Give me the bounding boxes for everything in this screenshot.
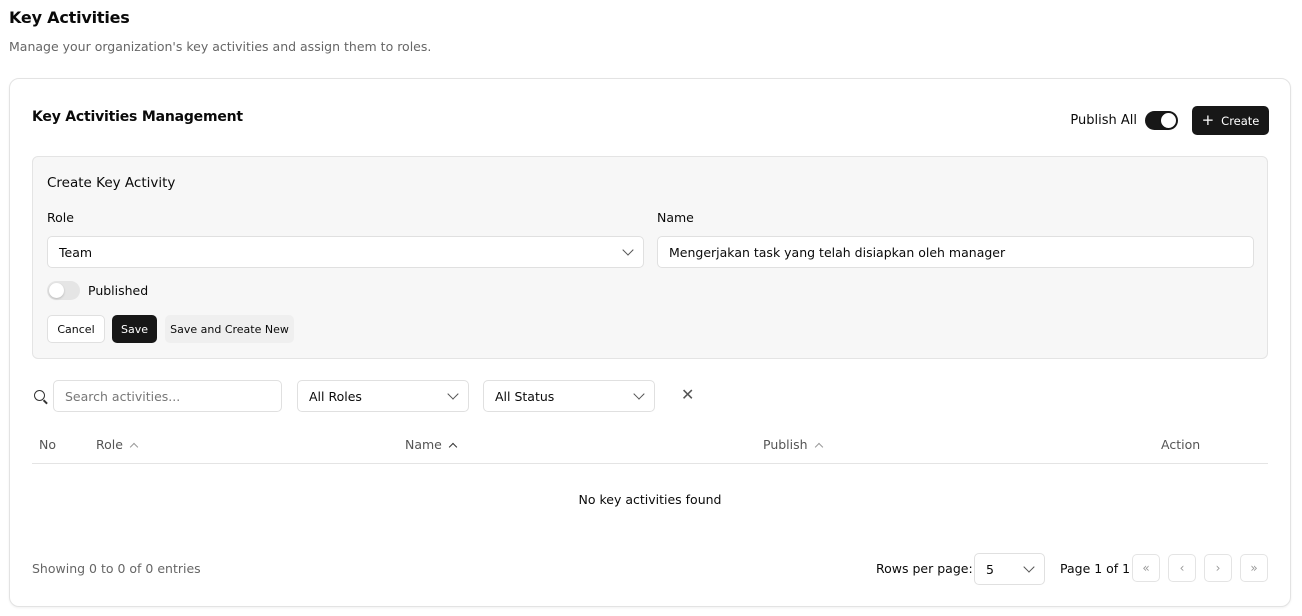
role-filter-value: All Roles <box>309 388 362 404</box>
create-button-label: Create <box>1221 113 1260 128</box>
column-no: No <box>39 437 56 452</box>
rows-per-page-label: Rows per page: <box>876 561 973 576</box>
form-title: Create Key Activity <box>47 175 176 191</box>
toggle-knob <box>49 283 64 298</box>
column-publish[interactable]: Publish <box>763 437 823 452</box>
chevron-down-icon <box>633 388 645 400</box>
page-subtitle: Manage your organization's key activitie… <box>9 39 432 54</box>
status-filter-value: All Status <box>495 388 555 404</box>
column-action: Action <box>1161 437 1200 452</box>
card-title: Key Activities Management <box>32 109 243 125</box>
plus-icon: + <box>1201 111 1215 129</box>
chevron-down-icon <box>447 388 459 400</box>
chevron-down-icon <box>1023 561 1035 573</box>
page-info: Page 1 of 1 <box>1060 561 1131 576</box>
search-icon <box>34 390 45 401</box>
key-activities-card: Key Activities Management Publish All + … <box>9 78 1291 607</box>
published-control: Published <box>47 281 148 300</box>
name-label: Name <box>657 210 694 225</box>
column-no-label: No <box>39 437 56 452</box>
table-header: No Role Name Publish Action <box>32 433 1268 464</box>
chevron-right-icon: › <box>1215 561 1221 575</box>
search-placeholder: Search activities... <box>65 388 181 404</box>
rows-per-page-value: 5 <box>986 561 994 577</box>
status-filter-select[interactable]: All Status <box>483 380 655 412</box>
column-name[interactable]: Name <box>405 437 458 452</box>
column-role[interactable]: Role <box>96 437 139 452</box>
next-page-button[interactable]: › <box>1204 554 1232 582</box>
sort-icon <box>129 442 139 451</box>
chevron-left-icon: ‹ <box>1179 561 1185 575</box>
publish-all-label: Publish All <box>1070 113 1137 128</box>
page-title: Key Activities <box>9 8 130 27</box>
column-role-label: Role <box>96 437 123 452</box>
double-chevron-right-icon: » <box>1250 561 1258 575</box>
column-publish-label: Publish <box>763 437 808 452</box>
first-page-button[interactable]: « <box>1132 554 1160 582</box>
save-and-create-new-button[interactable]: Save and Create New <box>165 315 294 343</box>
column-action-label: Action <box>1161 437 1201 452</box>
cancel-button[interactable]: Cancel <box>47 315 105 343</box>
published-toggle[interactable] <box>47 281 80 300</box>
create-form-panel: Create Key Activity Role Team Name Menge… <box>32 156 1268 359</box>
previous-page-button[interactable]: ‹ <box>1168 554 1196 582</box>
empty-message: No key activities found <box>578 492 722 507</box>
column-name-label: Name <box>405 437 442 452</box>
publish-all-control: Publish All <box>1070 111 1178 130</box>
sort-icon <box>814 442 823 451</box>
chevron-down-icon <box>622 244 634 256</box>
role-select-value: Team <box>59 244 93 260</box>
toggle-knob <box>1161 113 1176 128</box>
published-label: Published <box>88 283 149 298</box>
sort-icon <box>448 442 458 451</box>
name-input[interactable]: Mengerjakan task yang telah disiapkan ol… <box>657 236 1254 268</box>
rows-per-page-select[interactable]: 5 <box>974 553 1045 585</box>
name-input-value: Mengerjakan task yang telah disiapkan ol… <box>669 244 1006 260</box>
role-label: Role <box>47 210 74 225</box>
publish-all-toggle[interactable] <box>1145 111 1178 130</box>
search-input[interactable]: Search activities... <box>53 380 282 412</box>
double-chevron-left-icon: « <box>1142 561 1150 575</box>
save-button[interactable]: Save <box>112 315 157 343</box>
close-icon[interactable]: ✕ <box>681 385 694 404</box>
entries-info: Showing 0 to 0 of 0 entries <box>32 561 201 576</box>
last-page-button[interactable]: » <box>1240 554 1268 582</box>
role-select[interactable]: Team <box>47 236 644 268</box>
create-button[interactable]: + Create <box>1192 106 1269 135</box>
role-filter-select[interactable]: All Roles <box>297 380 469 412</box>
activities-table: No Role Name Publish Action No key activ… <box>32 433 1268 507</box>
